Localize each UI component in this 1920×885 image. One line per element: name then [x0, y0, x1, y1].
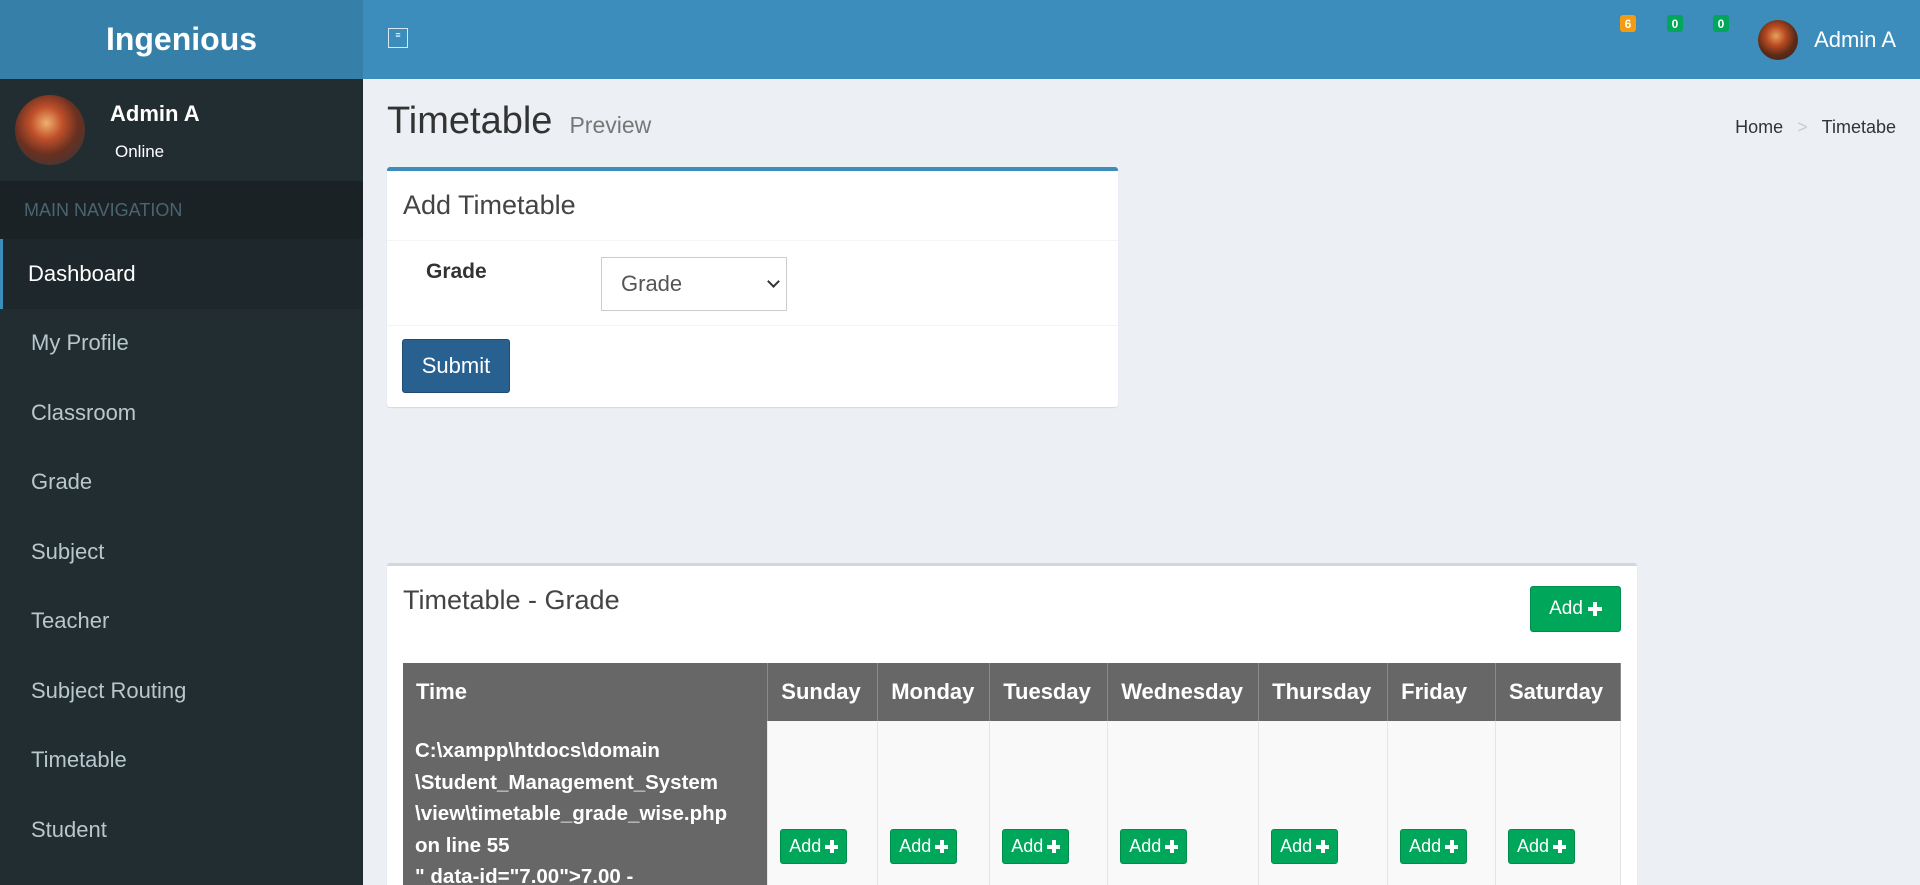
- add-slot-label: Add: [1409, 836, 1442, 856]
- add-slot-label: Add: [789, 836, 822, 856]
- sidebar-item-my-profile[interactable]: My Profile: [0, 309, 363, 379]
- sidebar-item-subject[interactable]: Subject: [0, 517, 363, 587]
- grade-select[interactable]: Grade: [601, 257, 787, 311]
- plus-icon: [1553, 840, 1567, 853]
- top-navbar: ≡ 6 0 0 Admin A: [363, 0, 1920, 79]
- plus-icon: [1316, 840, 1330, 853]
- sidebar-item-timetable[interactable]: Timetable: [0, 726, 363, 796]
- sidebar: Admin A Online MAIN NAVIGATION Dashboard…: [0, 79, 363, 885]
- breadcrumb-current: Timetabe: [1821, 117, 1896, 137]
- plus-icon: [935, 840, 949, 853]
- avatar: [15, 95, 85, 165]
- sidebar-item-student[interactable]: Student: [0, 795, 363, 865]
- plus-icon: [1587, 602, 1602, 616]
- page-subtitle: Preview: [569, 112, 652, 138]
- divider: [387, 240, 1118, 241]
- notification-badge-tasks[interactable]: 0: [1713, 15, 1729, 32]
- add-slot-button[interactable]: Add: [1120, 829, 1188, 864]
- table-header-row: Time Sunday Monday Tuesday Wednesday Thu…: [403, 663, 1621, 721]
- add-slot-button[interactable]: Add: [1508, 829, 1576, 864]
- table-cell-tuesday: Add: [989, 721, 1109, 885]
- user-menu[interactable]: Admin A: [1758, 20, 1896, 60]
- column-header-tuesday: Tuesday: [989, 663, 1109, 721]
- column-header-friday: Friday: [1387, 663, 1496, 721]
- sidebar-toggle-icon[interactable]: ≡: [388, 28, 408, 48]
- sidebar-item-teacher[interactable]: Teacher: [0, 587, 363, 657]
- add-slot-button[interactable]: Add: [780, 829, 848, 864]
- add-timetable-title: Add Timetable: [403, 190, 576, 220]
- column-header-wednesday: Wednesday: [1107, 663, 1260, 721]
- plus-icon: [1047, 840, 1061, 853]
- sidebar-item-dashboard[interactable]: Dashboard: [0, 239, 363, 309]
- timetable-table: Time Sunday Monday Tuesday Wednesday Thu…: [403, 663, 1621, 885]
- table-cell-saturday: Add: [1495, 721, 1621, 885]
- add-timetable-box: Add Timetable Grade Grade Submit: [387, 167, 1118, 407]
- user-panel-name: Admin A: [110, 101, 200, 126]
- plus-icon: [825, 840, 839, 853]
- user-status: Online: [115, 142, 165, 161]
- add-slot-button[interactable]: Add: [1400, 829, 1468, 864]
- column-header-monday: Monday: [877, 663, 991, 721]
- plus-icon: [1445, 840, 1459, 853]
- column-header-time: Time: [403, 663, 769, 721]
- user-panel: Admin A Online: [0, 79, 363, 181]
- add-slot-button[interactable]: Add: [1002, 829, 1070, 864]
- sidebar-item-classroom[interactable]: Classroom: [0, 378, 363, 448]
- column-header-sunday: Sunday: [767, 663, 879, 721]
- table-cell-friday: Add: [1387, 721, 1496, 885]
- page-title-text: Timetable: [387, 100, 553, 142]
- avatar: [1758, 20, 1799, 60]
- table-cell-sunday: Add: [767, 721, 879, 885]
- add-slot-button[interactable]: Add: [1271, 829, 1339, 864]
- grade-select-value: Grade: [621, 271, 683, 296]
- nav-header: MAIN NAVIGATION: [0, 181, 363, 239]
- chevron-down-icon: [767, 275, 780, 288]
- column-header-thursday: Thursday: [1258, 663, 1389, 721]
- time-cell: C:\xampp\htdocs\domain \Student_Manageme…: [403, 721, 769, 885]
- grade-label: Grade: [426, 260, 487, 283]
- timetable-grade-title: Timetable - Grade: [403, 585, 620, 615]
- app-logo[interactable]: Ingenious: [0, 0, 363, 79]
- breadcrumb: Home > Timetabe: [1735, 117, 1896, 138]
- notification-badge-alerts[interactable]: 0: [1667, 15, 1683, 32]
- sidebar-item-grade[interactable]: Grade: [0, 448, 363, 518]
- table-row: C:\xampp\htdocs\domain \Student_Manageme…: [403, 721, 1621, 885]
- table-cell-monday: Add: [877, 721, 991, 885]
- table-cell-wednesday: Add: [1107, 721, 1260, 885]
- breadcrumb-separator: >: [1797, 117, 1808, 137]
- divider: [387, 325, 1118, 326]
- timetable-grade-box: Timetable - Grade Add Time Sunday Monday…: [387, 563, 1637, 885]
- table-cell-thursday: Add: [1258, 721, 1389, 885]
- add-slot-label: Add: [1517, 836, 1550, 856]
- add-slot-label: Add: [1011, 836, 1044, 856]
- add-slot-label: Add: [899, 836, 932, 856]
- page-title: Timetable Preview: [387, 100, 651, 143]
- add-timetable-row-button[interactable]: Add: [1530, 586, 1621, 632]
- notification-badge-messages[interactable]: 6: [1620, 15, 1636, 32]
- column-header-saturday: Saturday: [1495, 663, 1621, 721]
- breadcrumb-home[interactable]: Home: [1735, 117, 1783, 138]
- add-slot-label: Add: [1280, 836, 1313, 856]
- add-slot-button[interactable]: Add: [890, 829, 958, 864]
- user-menu-name: Admin A: [1814, 27, 1896, 52]
- add-button-label: Add: [1549, 598, 1583, 619]
- sidebar-item-subject-routing[interactable]: Subject Routing: [0, 656, 363, 726]
- plus-icon: [1165, 840, 1179, 853]
- submit-button[interactable]: Submit: [402, 339, 510, 393]
- add-slot-label: Add: [1129, 836, 1162, 856]
